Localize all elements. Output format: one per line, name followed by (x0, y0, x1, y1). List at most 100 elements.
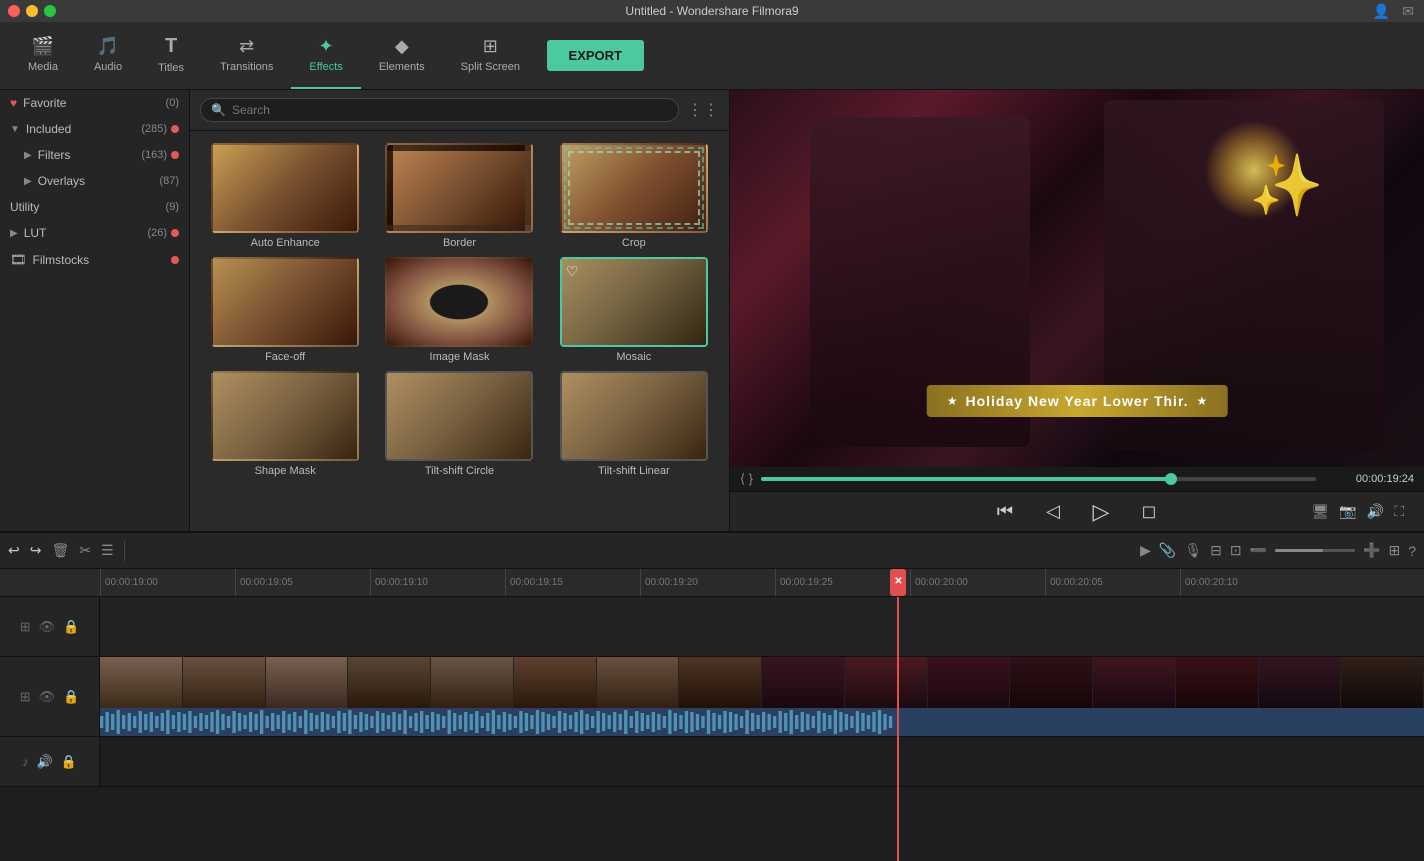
effect-mosaic[interactable]: ♡ Mosaic (551, 257, 717, 363)
media-icon: 🎬 (32, 36, 54, 57)
playback-controls: ⏮ ◁ ▷ ◻ 🖥 📷 🔊 ⛶ (730, 491, 1424, 531)
effect-border[interactable]: Border (376, 143, 542, 249)
tab-media[interactable]: 🎬 Media (10, 22, 76, 89)
track-3-music-icon[interactable]: ♪ (22, 754, 29, 769)
video-background: ✨ ★ Holiday New Year Lower Thir. ★ (730, 90, 1424, 467)
sidebar-item-utility[interactable]: Utility (9) (0, 194, 189, 220)
lower-third-text: Holiday New Year Lower Thir. (965, 393, 1188, 409)
effect-tiltshift-linear[interactable]: Tilt-shift Linear (551, 371, 717, 477)
plus-icon[interactable]: ➕ (1363, 542, 1380, 559)
track-2-eye-icon[interactable]: 👁 (39, 689, 56, 705)
overlays-expand-icon: ▶ (24, 176, 32, 187)
sidebar-item-filters[interactable]: ▶ Filters (163) (0, 142, 189, 168)
split-screen-icon: ⊞ (483, 36, 498, 57)
grid-view-icon[interactable]: ⋮⋮ (687, 100, 719, 120)
track-1-grid-icon[interactable]: ⊞ (20, 619, 31, 635)
close-button[interactable] (8, 5, 20, 17)
progress-bar-area: ⟨ } 00:00:19:24 (730, 467, 1424, 491)
screen-icon[interactable]: 🖥 (1312, 503, 1330, 520)
mail-icon[interactable]: ✉ (1402, 3, 1414, 20)
timeline-section: ↩ ↪ 🗑 ✂ ☰ ▶ 📎 🎙 ⊟ ⊡ ➖ ➕ ⊞ ? (0, 531, 1424, 861)
track-2-content[interactable] (100, 657, 1424, 736)
zoom-slider[interactable] (1275, 549, 1355, 552)
tab-audio[interactable]: 🎵 Audio (76, 22, 140, 89)
filters-expand-icon: ▶ (24, 150, 32, 161)
track-2-grid-icon[interactable]: ⊞ (20, 689, 31, 705)
effect-label-border: Border (443, 237, 476, 249)
sidebar-item-filmstocks[interactable]: 🎞 Filmstocks (0, 246, 189, 274)
sidebar-item-included[interactable]: ▼ Included (285) (0, 116, 189, 142)
render-icon[interactable]: ⊡ (1230, 542, 1242, 559)
window-title: Untitled - Wondershare Filmora9 (625, 4, 798, 18)
list-icon[interactable]: ☰ (101, 542, 114, 559)
effect-thumb-face-off (211, 257, 359, 347)
included-dot (171, 125, 179, 133)
grid-tl-icon[interactable]: ⊞ (1388, 542, 1400, 559)
track-1-eye-icon[interactable]: 👁 (39, 619, 56, 635)
stop-button[interactable]: ◻ (1133, 496, 1165, 528)
help-icon[interactable]: ? (1408, 543, 1416, 559)
effect-tiltshift-circle[interactable]: Tilt-shift Circle (376, 371, 542, 477)
tab-elements[interactable]: ◆ Elements (361, 22, 443, 89)
filmstocks-icon: 🎞 (10, 252, 27, 268)
effect-thumb-tiltshift-circle (385, 371, 533, 461)
cut-icon[interactable]: ✂ (79, 542, 91, 559)
search-input[interactable] (232, 103, 668, 117)
sidebar-item-favorite[interactable]: ♥ Favorite (0) (0, 90, 189, 116)
tab-split-screen[interactable]: ⊞ Split Screen (443, 22, 538, 89)
effect-label-tiltshift-linear: Tilt-shift Linear (598, 465, 670, 477)
favorite-heart-icon: ♡ (566, 263, 579, 280)
tab-media-label: Media (28, 61, 58, 73)
effect-label-shape-mask: Shape Mask (255, 465, 316, 477)
track-1-lock-icon[interactable]: 🔒 (63, 619, 79, 635)
account-icon[interactable]: 👤 (1373, 3, 1390, 20)
redo-icon[interactable]: ↪ (30, 542, 42, 559)
star-right-icon: ★ (1197, 394, 1208, 408)
ruler-mark-5: 00:00:19:25 (775, 569, 910, 596)
sidebar-overlays-label: Overlays (38, 174, 85, 188)
effect-image-mask[interactable]: Image Mask (376, 257, 542, 363)
lower-third-banner: ★ Holiday New Year Lower Thir. ★ (927, 385, 1228, 417)
camera-icon[interactable]: 📷 (1339, 503, 1356, 520)
play-button[interactable]: ▷ (1085, 496, 1117, 528)
clip-icon[interactable]: 📎 (1159, 542, 1176, 559)
maximize-button[interactable] (44, 5, 56, 17)
effect-shape-mask[interactable]: Shape Mask (202, 371, 368, 477)
minus-icon[interactable]: ➖ (1250, 542, 1267, 559)
play-back-button[interactable]: ◁ (1037, 496, 1069, 528)
minimize-button[interactable] (26, 5, 38, 17)
volume-icon[interactable]: 🔊 (1367, 503, 1384, 520)
fullscreen-icon[interactable]: ⛶ (1394, 503, 1404, 520)
effect-auto-enhance[interactable]: Auto Enhance (202, 143, 368, 249)
mic-icon[interactable]: 🎙 (1184, 542, 1202, 559)
rewind-button[interactable]: ⏮ (989, 496, 1021, 528)
ruler-mark-2: 00:00:19:10 (370, 569, 505, 596)
subtitle-icon[interactable]: ⊟ (1210, 542, 1222, 559)
sidebar-filters-count: (163) (141, 149, 167, 161)
left-nav-panel: ♥ Favorite (0) ▼ Included (285) ▶ (0, 90, 190, 531)
tab-effects[interactable]: ✦ Effects (291, 22, 360, 89)
track-3-vol-icon[interactable]: 🔊 (37, 754, 53, 770)
undo-icon[interactable]: ↩ (8, 542, 20, 559)
waveform-svg (100, 708, 1424, 736)
timeline-body: 00:00:19:00 00:00:19:05 00:00:19:10 00:0… (0, 569, 1424, 861)
effect-label-mosaic: Mosaic (616, 351, 651, 363)
effect-label-tiltshift-circle: Tilt-shift Circle (425, 465, 494, 477)
progress-track[interactable] (761, 477, 1316, 481)
sidebar-item-overlays[interactable]: ▶ Overlays (87) (0, 168, 189, 194)
sidebar-utility-count: (9) (166, 201, 179, 213)
tab-titles[interactable]: T Titles (140, 22, 202, 89)
track-2-lock-icon[interactable]: 🔒 (63, 689, 79, 705)
play-tl-icon[interactable]: ▶ (1140, 542, 1151, 559)
track-3-lock-icon[interactable]: 🔒 (61, 754, 77, 770)
delete-icon[interactable]: 🗑 (51, 542, 69, 559)
effect-face-off[interactable]: Face-off (202, 257, 368, 363)
sidebar-lut-count: (26) (147, 227, 167, 239)
sidebar-item-lut[interactable]: ▶ LUT (26) (0, 220, 189, 246)
effect-crop[interactable]: Crop (551, 143, 717, 249)
frame-back-icon[interactable]: ⟨ } (740, 471, 753, 487)
effect-label-crop: Crop (622, 237, 646, 249)
tab-elements-label: Elements (379, 61, 425, 73)
tab-transitions[interactable]: ⇄ Transitions (202, 22, 291, 89)
export-button[interactable]: EXPORT (547, 40, 644, 71)
